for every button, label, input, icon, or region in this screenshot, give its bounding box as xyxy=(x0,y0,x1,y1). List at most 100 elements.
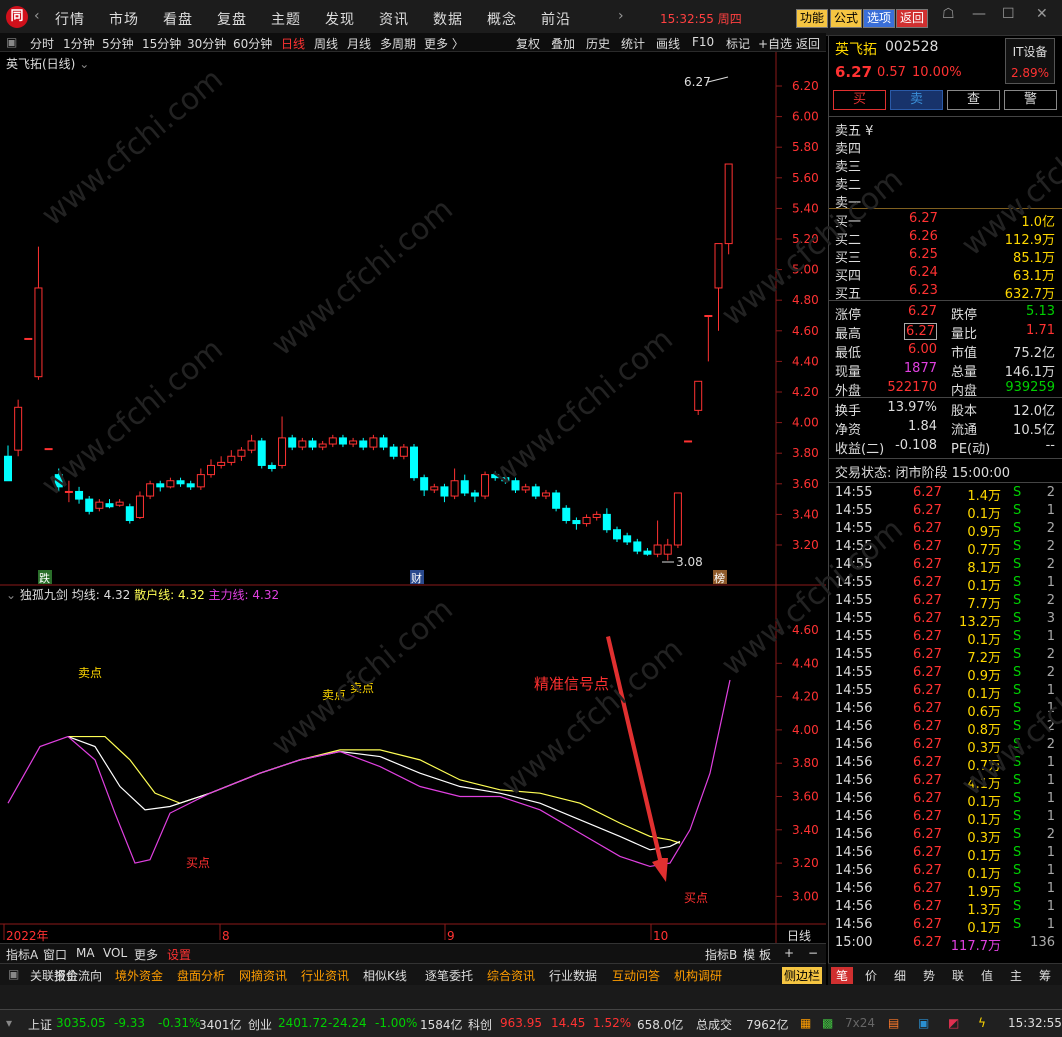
collapse-icon[interactable]: ▣ xyxy=(6,35,17,49)
menu-shuju[interactable]: 数据 xyxy=(433,9,463,29)
candle-body[interactable] xyxy=(115,501,124,506)
candle-body[interactable] xyxy=(521,486,530,491)
candle-body[interactable] xyxy=(694,380,703,411)
candle-body[interactable] xyxy=(552,492,561,509)
tab-window[interactable]: 窗口 xyxy=(43,946,67,963)
minimize-icon[interactable]: — xyxy=(972,6,986,22)
forward-arrow-icon[interactable]: › xyxy=(618,8,624,24)
ask-row[interactable]: 卖五 ¥ xyxy=(829,120,1062,139)
candle-body[interactable] xyxy=(318,443,327,448)
kline-chart-area[interactable]: 6.20 6.00 5.80 5.60 5.40 5.20 5.00 4.80 4.60 4.40… xyxy=(0,52,826,960)
buy-button[interactable]: 买 xyxy=(833,90,886,110)
candle-body[interactable] xyxy=(196,474,205,488)
bottom-tab[interactable]: 相似K线 xyxy=(363,967,407,984)
candle-body[interactable] xyxy=(379,437,388,448)
candle-body[interactable] xyxy=(450,480,459,497)
lightning-icon[interactable]: ϟ xyxy=(978,1016,986,1030)
history-button[interactable]: 历史 xyxy=(586,35,610,52)
bottom-tab[interactable]: 资金流向 xyxy=(54,967,102,984)
bottom-tab[interactable]: 行业数据 xyxy=(549,967,597,984)
candle-body[interactable] xyxy=(125,506,134,522)
options-button[interactable]: 选项 xyxy=(863,9,896,28)
side-tab[interactable]: 笔 xyxy=(831,967,853,984)
candle-body[interactable] xyxy=(430,486,439,491)
keyboard-icon[interactable]: ▤ xyxy=(888,1016,899,1030)
candle-body[interactable] xyxy=(135,495,144,518)
candle-body[interactable] xyxy=(399,446,408,457)
candle-body[interactable] xyxy=(257,440,266,466)
period-daily[interactable]: 日线 xyxy=(281,35,305,52)
bid-row[interactable]: 买四 6.24 63.1万 xyxy=(829,265,1062,284)
ask-row[interactable]: 卖三 xyxy=(829,156,1062,175)
candle-body[interactable] xyxy=(613,529,621,540)
period-multi[interactable]: 多周期 xyxy=(380,35,416,52)
ask-row[interactable]: 卖四 xyxy=(829,138,1062,157)
candle-body[interactable] xyxy=(308,440,317,448)
candle-body[interactable] xyxy=(349,440,358,445)
period-weekly[interactable]: 周线 xyxy=(314,35,338,52)
function-button[interactable]: 功能 xyxy=(796,9,829,28)
candle-body[interactable] xyxy=(267,464,276,470)
candle-body[interactable] xyxy=(501,477,510,482)
panel-icon[interactable]: ▣ xyxy=(8,967,19,981)
candle-body[interactable] xyxy=(440,486,449,497)
tab-indicator-b[interactable]: 指标B xyxy=(705,946,737,963)
candle-body[interactable] xyxy=(643,550,652,555)
hammer-icon[interactable]: ▦ xyxy=(800,1016,811,1030)
candle-body[interactable] xyxy=(481,474,490,497)
candle-body[interactable] xyxy=(663,544,672,555)
bottom-tab[interactable]: 网摘资讯 xyxy=(239,967,287,984)
candle-body[interactable] xyxy=(217,461,226,466)
candle-body[interactable] xyxy=(470,492,479,497)
chevron-down-icon[interactable]: ⌄ xyxy=(79,57,89,71)
candle-body[interactable] xyxy=(541,492,550,497)
tab-board[interactable]: 板 xyxy=(759,946,771,963)
remove-pane-button[interactable]: − xyxy=(808,946,818,960)
bid-row[interactable]: 买二 6.26 112.9万 xyxy=(829,229,1062,248)
candle-body[interactable] xyxy=(156,483,165,488)
candle-body[interactable] xyxy=(328,437,337,445)
tab-ma[interactable]: MA xyxy=(76,946,95,960)
candle-body[interactable] xyxy=(64,490,73,493)
sh-index-label[interactable]: 上证 xyxy=(28,1016,52,1033)
tab-vol[interactable]: VOL xyxy=(103,946,127,960)
bottom-tab[interactable]: 机构调研 xyxy=(674,967,722,984)
candle-body[interactable] xyxy=(592,513,601,518)
kc-index-label[interactable]: 科创 xyxy=(468,1016,492,1033)
candle-body[interactable] xyxy=(714,243,723,289)
candle-body[interactable] xyxy=(166,480,175,488)
indicator-menu-icon[interactable]: ⌄ xyxy=(6,588,16,602)
mark-button[interactable]: 标记 xyxy=(726,35,750,52)
candle-body[interactable] xyxy=(531,486,540,497)
side-tab[interactable]: 值 xyxy=(976,967,998,984)
menu-hangqing[interactable]: 行情 xyxy=(55,9,85,29)
candle-body[interactable] xyxy=(176,480,185,485)
overlay-button[interactable]: 叠加 xyxy=(551,35,575,52)
side-tab[interactable]: 细 xyxy=(889,967,911,984)
candle-body[interactable] xyxy=(288,437,297,448)
menu-faxian[interactable]: 发现 xyxy=(325,9,355,29)
candle-body[interactable] xyxy=(278,437,287,466)
candle-body[interactable] xyxy=(298,440,307,448)
candle-body[interactable] xyxy=(724,163,733,245)
candle-body[interactable] xyxy=(460,480,469,494)
bottom-tab[interactable]: 境外资金 xyxy=(115,967,163,984)
candle-body[interactable] xyxy=(491,474,500,479)
back-arrow-icon[interactable]: ‹ xyxy=(34,8,40,24)
skin-icon[interactable]: ☖ xyxy=(942,6,955,22)
bottom-tab[interactable]: 综合资讯 xyxy=(487,967,535,984)
fuquan-button[interactable]: 复权 xyxy=(516,35,540,52)
tab-indicator-a[interactable]: 指标A xyxy=(6,946,38,963)
period-60min[interactable]: 60分钟 xyxy=(233,35,272,52)
bottom-tab[interactable]: 逐笔委托 xyxy=(425,967,473,984)
add-pane-button[interactable]: + xyxy=(784,946,794,960)
bid-row[interactable]: 买一 6.27 1.0亿 xyxy=(829,211,1062,230)
tab-settings[interactable]: 设置 xyxy=(167,946,191,963)
alert-button[interactable]: 警 xyxy=(1004,90,1057,110)
close-icon[interactable]: ✕ xyxy=(1036,6,1048,22)
ask-row[interactable]: 卖二 xyxy=(829,174,1062,193)
period-monthly[interactable]: 月线 xyxy=(347,35,371,52)
candle-body[interactable] xyxy=(85,498,94,512)
period-15min[interactable]: 15分钟 xyxy=(142,35,181,52)
bottom-tab[interactable]: 互动问答 xyxy=(612,967,660,984)
